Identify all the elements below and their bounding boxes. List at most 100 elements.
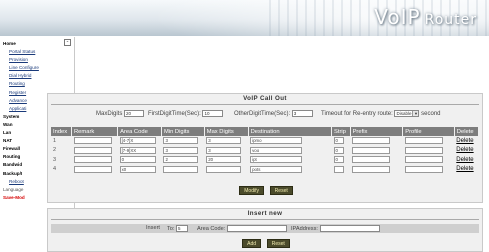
sidebar-item[interactable]: Register [3, 89, 39, 97]
other-digit-time-input[interactable]: 3 [291, 110, 313, 117]
table-cell: ipt [248, 155, 331, 165]
destination-input[interactable]: voo [250, 146, 303, 154]
table-cell: 0 [332, 136, 351, 146]
remark-input[interactable] [73, 137, 112, 145]
prefix-input[interactable] [352, 137, 391, 145]
area-code-input[interactable]: [7-9]XX [119, 146, 156, 154]
dial-params: MaxDigits 20 FirstDigitTime(Sec): 10 Oth… [48, 110, 484, 120]
delete-link[interactable]: Delete [456, 157, 473, 163]
table-row: 1 [4-7]X 3 3 ipmo 0 Delete [51, 136, 479, 146]
column-header: Strip [331, 127, 351, 136]
sidebar-item[interactable]: Line Configure [3, 64, 39, 72]
add-button[interactable]: Add [242, 239, 262, 248]
row-index: 3 [53, 156, 57, 163]
area-code-group: Area Code: [197, 225, 287, 232]
profile-input[interactable] [404, 137, 443, 145]
remark-input[interactable] [73, 146, 112, 154]
sidebar-item[interactable]: System [3, 113, 39, 121]
ip-address-input[interactable] [319, 225, 380, 232]
min-digits-input[interactable]: 2 [163, 156, 199, 164]
modify-button[interactable]: Modify [239, 186, 264, 195]
max-digits-input[interactable] [206, 165, 242, 173]
min-digits-input[interactable] [163, 165, 199, 173]
sidebar-item[interactable]: Bandwid [3, 161, 39, 169]
sidebar-item[interactable]: Provision [3, 56, 39, 64]
other-digit-time-group: OtherDigitTime(Sec): 3 [234, 110, 313, 117]
sidebar-item[interactable]: Backup/I [3, 170, 39, 178]
max-digits-input[interactable]: 3 [206, 146, 242, 154]
sidebar-item[interactable]: Wan [3, 121, 39, 129]
area-code-input[interactable]: 0 [119, 156, 156, 164]
insert-to-input[interactable]: 5 [176, 225, 189, 232]
collapse-toggle-icon[interactable]: - [64, 39, 71, 46]
strip-input[interactable] [333, 165, 344, 173]
strip-input[interactable]: 0 [333, 156, 344, 164]
sidebar-item[interactable]: Language [3, 186, 39, 194]
column-header: Destination [248, 127, 333, 136]
sidebar-item[interactable]: Routing [3, 80, 39, 88]
strip-input[interactable]: 0 [333, 137, 344, 145]
prefix-input[interactable] [352, 146, 391, 154]
table-cell: pots [248, 165, 331, 175]
table-cell [350, 136, 403, 146]
delete-link[interactable]: Delete [456, 138, 473, 144]
table-cell: 20 [204, 155, 248, 165]
profile-input[interactable] [404, 156, 443, 164]
sidebar-item[interactable]: Routing [3, 153, 39, 161]
first-digit-time-label: FirstDigitTime(Sec): [148, 111, 201, 118]
area-code-input[interactable]: x0 [119, 165, 156, 173]
table-cell: 0 [332, 155, 351, 165]
max-digits-input[interactable]: 3 [206, 137, 242, 145]
table-cell [72, 146, 118, 156]
area-code-input[interactable]: [4-7]X [119, 137, 156, 145]
table-cell: 3 [204, 146, 248, 156]
timeout-select[interactable]: Disable ▼ [394, 110, 420, 117]
sidebar-item[interactable]: Firewall [3, 145, 39, 153]
table-body: 1 [4-7]X 3 3 ipmo 0 Delete 2 [7-9]XX 3 3 voo 0 Delete… [51, 136, 479, 174]
destination-input[interactable]: ipmo [250, 137, 303, 145]
max-digits-input[interactable]: 20 [124, 110, 145, 117]
profile-input[interactable] [404, 146, 443, 154]
max-digits-input[interactable]: 20 [206, 156, 242, 164]
table-cell: 0 [118, 155, 162, 165]
prefix-input[interactable] [352, 165, 391, 173]
profile-input[interactable] [404, 165, 443, 173]
strip-input[interactable]: 0 [333, 146, 344, 154]
min-digits-input[interactable]: 3 [163, 146, 199, 154]
table-cell [72, 136, 118, 146]
area-code-input[interactable] [226, 225, 287, 232]
table-header-row: Index Remark Area Code Min Digits Max Digits… [51, 127, 480, 136]
sidebar-menu: Home Portal Status Provision Line Configure… [3, 40, 39, 202]
remark-input[interactable] [73, 156, 112, 164]
destination-input[interactable]: ipt [250, 156, 303, 164]
table-cell: voo [248, 146, 331, 156]
row-index: 4 [53, 166, 57, 173]
sidebar-item[interactable]: Home [3, 40, 39, 48]
destination-input[interactable]: pots [250, 165, 303, 173]
table-cell [350, 155, 403, 165]
reset-button[interactable]: Reset [269, 186, 293, 195]
min-digits-input[interactable]: 3 [163, 137, 199, 145]
table-cell: [7-9]XX [118, 146, 162, 156]
remark-input[interactable] [73, 165, 112, 173]
sidebar-item[interactable]: Lan [3, 129, 39, 137]
sidebar-item[interactable]: Advance [3, 97, 39, 105]
sidebar-item[interactable]: Save-Mod [3, 194, 39, 202]
delete-link[interactable]: Delete [456, 147, 473, 153]
sidebar-item[interactable]: NAT [3, 137, 39, 145]
prefix-input[interactable] [352, 156, 391, 164]
sidebar-item[interactable]: Portal Status [3, 48, 39, 56]
ip-address-group: IPAddress: [291, 225, 380, 232]
table-cell: ipmo [248, 136, 331, 146]
table-cell: 2 [161, 155, 204, 165]
first-digit-time-input[interactable]: 10 [202, 110, 224, 117]
delete-link[interactable]: Delete [456, 166, 473, 172]
insert-reset-button[interactable]: Reset [266, 239, 290, 248]
table-cell: Delete [454, 136, 478, 146]
sidebar-item[interactable]: Reboot [3, 178, 39, 186]
sidebar-item[interactable]: Applicati [3, 105, 39, 113]
insert-label: Insert [146, 225, 160, 231]
table-row: 2 [7-9]XX 3 3 voo 0 Delete [51, 146, 479, 156]
ip-address-label: IPAddress: [291, 225, 318, 232]
sidebar-item[interactable]: Dial Hybrid [3, 72, 39, 80]
